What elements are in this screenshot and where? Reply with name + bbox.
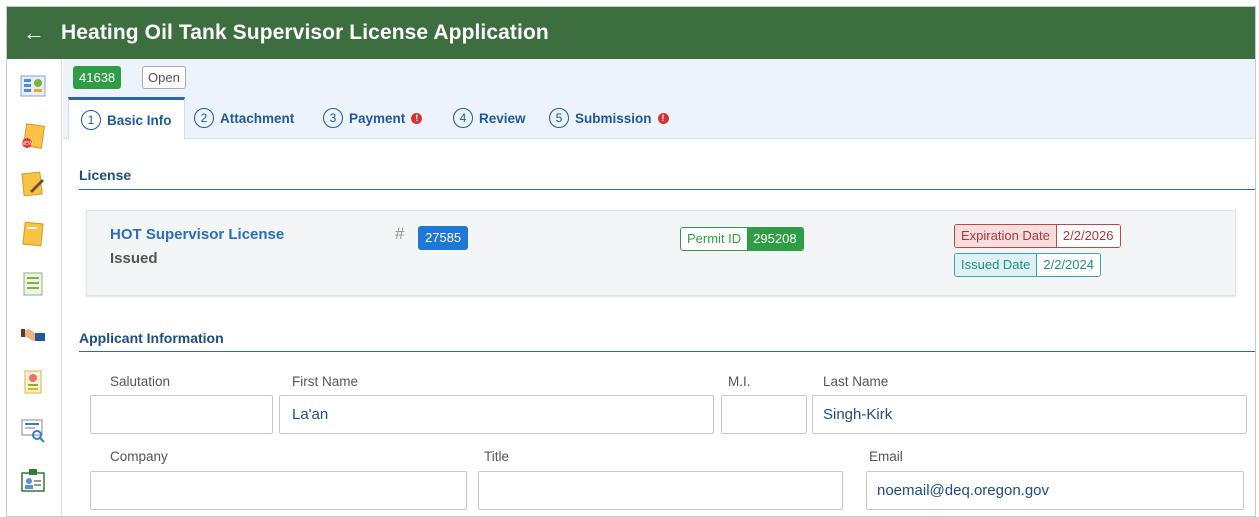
- license-card: HOT Supervisor License Issued # 27585 Pe…: [86, 210, 1236, 296]
- salutation-label: Salutation: [110, 374, 171, 389]
- dashboard-icon[interactable]: [20, 73, 46, 99]
- issued-date-badge: Issued Date 2/2/2024: [954, 253, 1101, 277]
- tab-review[interactable]: 4 Review: [453, 97, 526, 139]
- tab-basic-info[interactable]: 1 Basic Info: [68, 97, 185, 140]
- tab-payment[interactable]: 3 Payment !: [323, 97, 423, 139]
- issued-date-value: 2/2/2024: [1037, 254, 1100, 276]
- hash-icon: #: [395, 224, 405, 243]
- email-field[interactable]: noemail@deq.oregon.gov: [866, 471, 1244, 510]
- permit-id-badge: Permit ID 295208: [680, 227, 804, 251]
- certificate-icon[interactable]: [20, 369, 46, 395]
- expiration-date-label: Expiration Date: [955, 225, 1057, 247]
- salutation-field[interactable]: [90, 395, 273, 434]
- section-divider: [79, 189, 1255, 190]
- step-number: 5: [549, 108, 569, 128]
- status-badge: Open: [142, 66, 186, 89]
- company-field[interactable]: [90, 471, 467, 510]
- expiration-date-value: 2/2/2026: [1056, 225, 1120, 247]
- step-number: 3: [323, 108, 343, 128]
- middle-initial-label: M.I.: [728, 374, 751, 389]
- tab-attachment[interactable]: 2 Attachment: [194, 97, 294, 139]
- permit-id-value: 295208: [747, 228, 803, 250]
- expiration-date-badge: Expiration Date 2/2/2026: [954, 224, 1121, 248]
- sidebar: NEW: [7, 59, 62, 516]
- license-number-badge: 27585: [418, 226, 469, 250]
- app-window: ← Heating Oil Tank Supervisor License Ap…: [6, 6, 1256, 517]
- last-name-field[interactable]: Singh-Kirk: [812, 395, 1247, 434]
- title-label: Title: [484, 449, 510, 464]
- license-name[interactable]: HOT Supervisor License: [110, 226, 284, 243]
- list-icon[interactable]: [20, 271, 46, 297]
- tab-label: Basic Info: [107, 112, 172, 128]
- tab-label: Review: [479, 110, 526, 126]
- edit-application-icon[interactable]: [20, 171, 46, 197]
- svg-text:NEW: NEW: [21, 141, 33, 147]
- application-id-badge: 41638: [73, 66, 122, 89]
- status-row: 41638 Open: [63, 59, 1255, 97]
- license-section-heading: License: [79, 167, 132, 183]
- permit-id-label: Permit ID: [681, 228, 748, 250]
- section-divider: [79, 351, 1255, 352]
- back-arrow-icon[interactable]: ←: [7, 20, 61, 46]
- applicant-section-heading: Applicant Information: [79, 330, 224, 346]
- alert-icon: !: [411, 112, 423, 124]
- tab-label: Attachment: [220, 110, 295, 126]
- title-bar: ← Heating Oil Tank Supervisor License Ap…: [7, 7, 1255, 59]
- first-name-label: First Name: [292, 374, 359, 389]
- tab-submission[interactable]: 5 Submission !: [549, 97, 669, 139]
- tab-label: Submission: [575, 110, 652, 126]
- search-certificate-icon[interactable]: [20, 417, 46, 443]
- id-badge-icon[interactable]: [20, 467, 46, 493]
- new-application-icon[interactable]: NEW: [20, 123, 46, 149]
- step-number: 4: [453, 108, 473, 128]
- first-name-field[interactable]: La'an: [279, 395, 714, 434]
- tab-label: Payment: [349, 110, 406, 126]
- middle-initial-field[interactable]: [721, 395, 807, 434]
- issued-date-label: Issued Date: [955, 254, 1038, 276]
- step-number: 1: [81, 110, 101, 130]
- company-label: Company: [110, 449, 168, 464]
- email-label: Email: [869, 449, 903, 464]
- step-number: 2: [194, 108, 214, 128]
- main-content: 41638 Open 1 Basic Info 2 Attachment 3 P…: [63, 59, 1255, 516]
- handshake-icon[interactable]: [20, 321, 46, 347]
- applications-icon[interactable]: [20, 221, 46, 247]
- step-tabs: 1 Basic Info 2 Attachment 3 Payment ! 4 …: [63, 97, 1255, 140]
- title-field[interactable]: [478, 471, 843, 510]
- last-name-label: Last Name: [823, 374, 889, 389]
- alert-icon: !: [657, 112, 669, 124]
- page-title: Heating Oil Tank Supervisor License Appl…: [61, 21, 549, 44]
- license-status: Issued: [110, 250, 158, 267]
